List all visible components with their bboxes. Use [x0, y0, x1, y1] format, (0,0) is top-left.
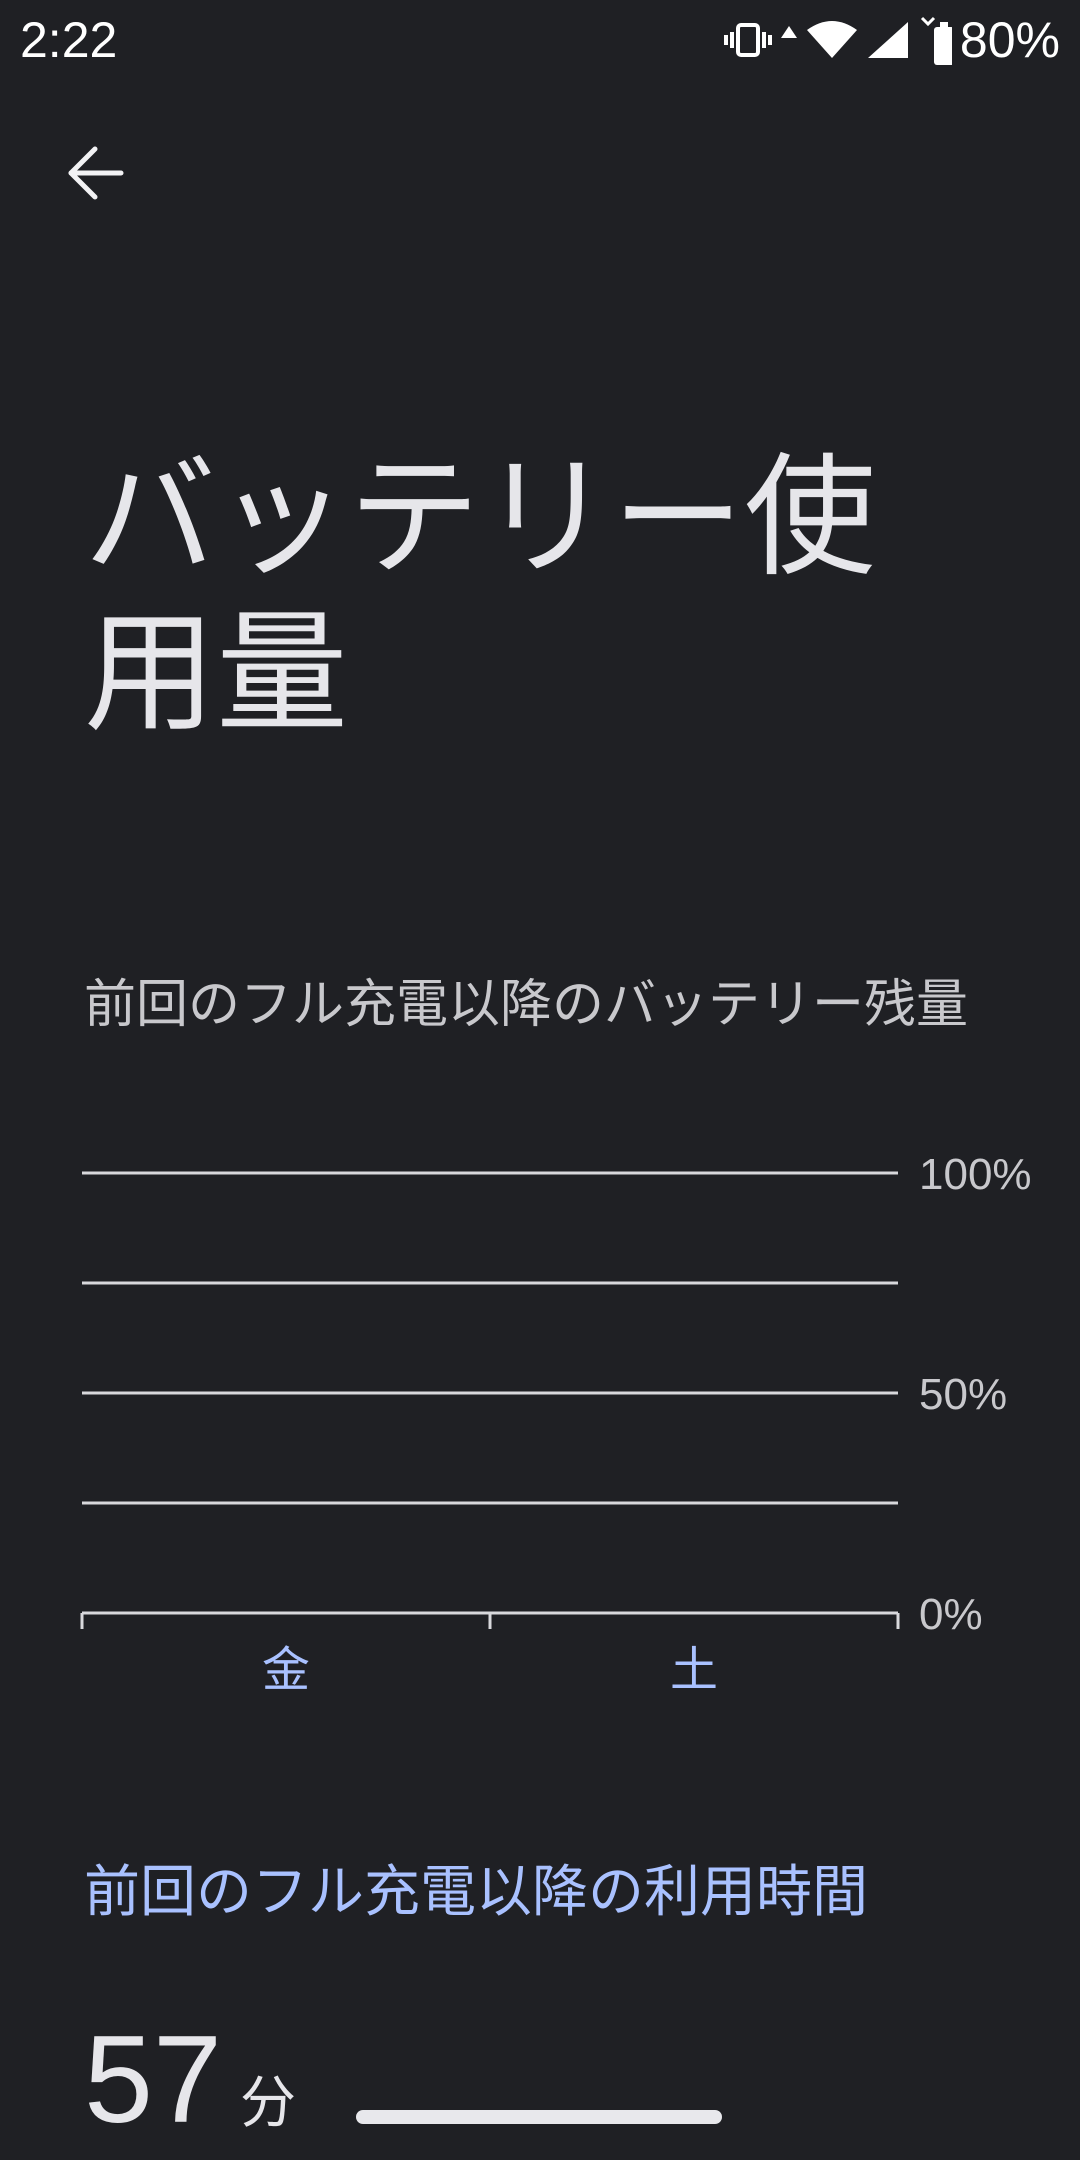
- battery-icon: [918, 14, 952, 66]
- gesture-nav-handle[interactable]: [356, 2110, 722, 2124]
- chart-title: 前回のフル充電以降のバッテリー残量: [84, 975, 969, 1035]
- y-tick-label: 0%: [919, 1590, 983, 1639]
- data-activity-icon: [780, 22, 798, 58]
- x-tick-label: 金: [262, 1644, 310, 1697]
- battery-level-chart: 金 土 100% 50% 0%: [0, 1130, 1080, 1730]
- y-tick-label: 100%: [919, 1150, 1032, 1199]
- x-tick-label: 土: [670, 1644, 718, 1697]
- usage-value: 57: [84, 2011, 222, 2149]
- status-bar: 2:22 80%: [0, 0, 1080, 80]
- chart-svg: 金 土 100% 50% 0%: [80, 1150, 1032, 1697]
- cell-signal-icon: [866, 20, 910, 60]
- status-time: 2:22: [20, 12, 118, 68]
- arrow-back-icon: [65, 143, 125, 207]
- wifi-icon: [806, 20, 858, 60]
- y-tick-label: 50%: [919, 1370, 1007, 1419]
- status-icons: 80%: [723, 10, 1060, 70]
- usage-unit: 分: [239, 2071, 296, 2136]
- back-button[interactable]: [50, 130, 140, 220]
- usage-time-link[interactable]: 前回のフル充電以降の利用時間: [84, 1855, 1044, 1931]
- battery-percent: 80%: [959, 12, 1060, 68]
- page-title: バッテリー使用量: [84, 441, 876, 751]
- vibrate-icon: [723, 22, 772, 58]
- usage-summary: 57 分: [84, 2010, 296, 2150]
